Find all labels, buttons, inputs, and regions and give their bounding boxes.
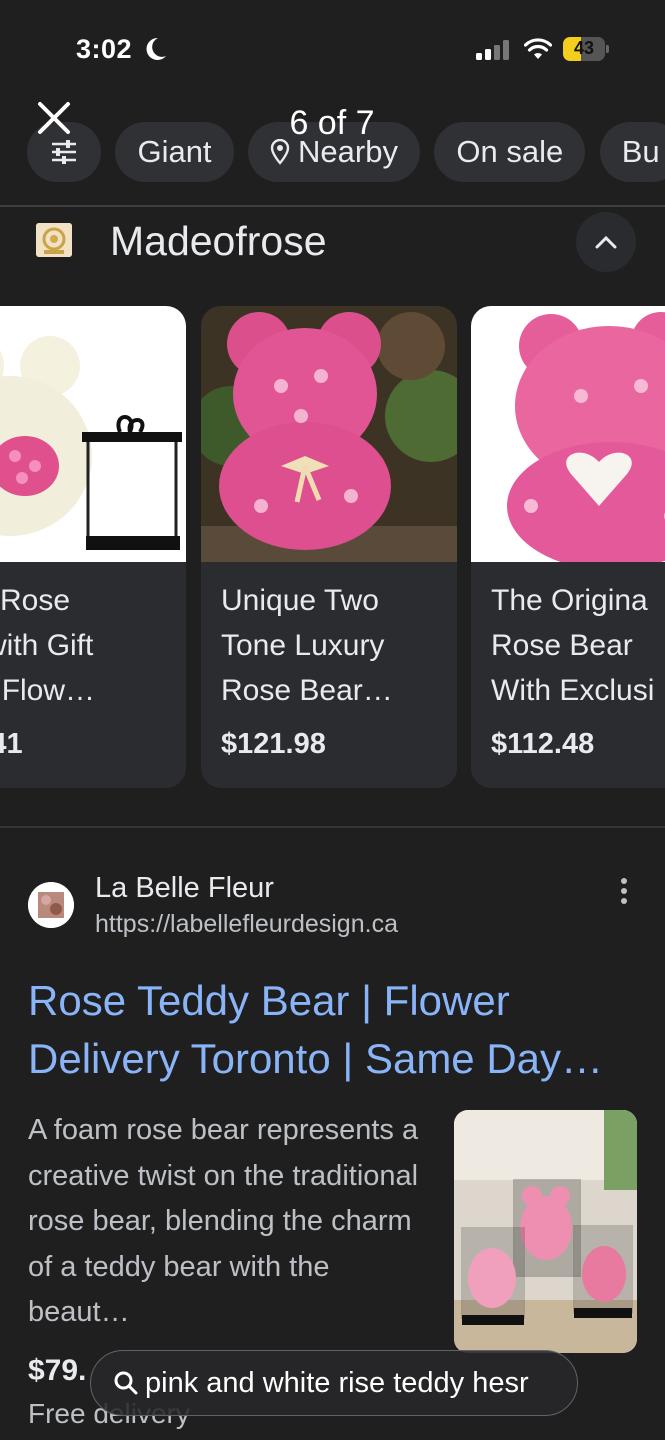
product-carousel: ury Rose ar with Gift 16” Flow… 98.41 Un… [0,306,665,790]
chip-giant[interactable]: Giant [115,122,234,182]
site-favicon [28,882,74,928]
product-title: The Origina Rose Bear With Exclusi [491,584,655,707]
divider [0,826,665,828]
chip-label: Bu [621,134,660,169]
image-counter: 6 of 7 [289,104,375,142]
status-time: 3:02 [76,34,133,64]
close-icon[interactable] [36,100,72,136]
product-price: $112.48 [491,728,595,760]
product-title: Unique Two Tone Luxury Rose Bear… [221,584,393,707]
product-price: 98.41 [0,728,23,760]
product-image [471,306,665,562]
search-icon [114,1371,138,1395]
store-header: Madeofrose [0,212,665,272]
product-title: ury Rose ar with Gift 16” Flow… [0,584,96,707]
chip-buy[interactable]: Bu [599,122,665,182]
chip-on-sale[interactable]: On sale [434,122,586,182]
store-name: Madeofrose [110,218,327,264]
chip-label: Giant [137,134,212,169]
cellular-signal-icon [476,40,509,60]
chip-label: On sale [456,134,564,169]
result-title-link[interactable]: Rose Teddy Bear | Flower Delivery Toront… [28,972,648,1088]
product-image [0,306,186,562]
do-not-disturb-moon-icon [146,37,166,60]
product-card[interactable]: ury Rose ar with Gift 16” Flow… 98.41 [0,306,186,788]
site-name: La Belle Fleur [95,872,274,904]
product-card[interactable]: The Origina Rose Bear With Exclusi $112.… [471,306,665,788]
result-thumbnail[interactable] [454,1110,637,1353]
collapse-button[interactable] [576,212,636,272]
search-query-text: pink and white rise teddy hesr [145,1366,529,1399]
battery-icon: 43 [563,37,609,61]
product-price: $121.98 [221,728,326,760]
result-snippet: A foam rose bear represents a creative t… [28,1114,419,1328]
store-logo [36,223,72,257]
tune-icon [52,140,76,164]
wifi-icon [524,38,552,59]
more-options-icon[interactable] [612,876,636,906]
status-bar: 3:02 43 [0,0,665,100]
result-price: $79. [28,1354,87,1387]
site-url[interactable]: https://labellefleurdesign.ca [95,910,398,939]
product-card[interactable]: Unique Two Tone Luxury Rose Bear… $121.9… [201,306,457,788]
product-image [201,306,457,562]
chevron-up-icon [595,235,617,249]
battery-percent: 43 [573,38,595,58]
search-query-pill[interactable]: pink and white rise teddy hesr [90,1350,578,1416]
divider [0,205,665,207]
